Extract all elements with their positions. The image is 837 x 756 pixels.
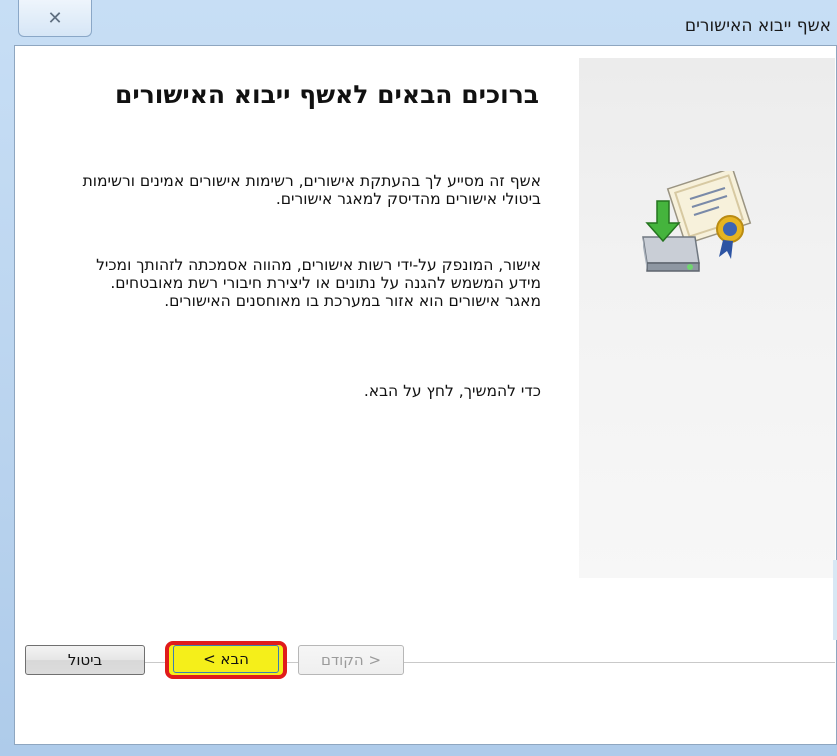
- description-paragraph-1: אשף זה מסייע לך בהעתקת אישורים, רשימות א…: [82, 172, 541, 208]
- wizard-side-panel: [579, 58, 835, 578]
- wizard-window: ✕ אשף ייבוא האישורים ברוכים הבאים לאשף י…: [0, 0, 837, 756]
- cancel-button[interactable]: ביטול: [25, 645, 145, 675]
- title-bar: ✕ אשף ייבוא האישורים: [0, 0, 837, 46]
- certificate-import-icon: [642, 171, 752, 272]
- button-divider: [27, 662, 835, 663]
- description-paragraph-2: אישור, המונפק על-ידי רשות אישורים, מהווה…: [96, 256, 541, 310]
- next-button[interactable]: הבא >: [173, 645, 279, 673]
- back-button: < הקודם: [298, 645, 404, 675]
- close-button[interactable]: ✕: [18, 0, 92, 37]
- window-edge: [833, 560, 837, 640]
- page-heading: ברוכים הבאים לאשף ייבוא האישורים: [114, 80, 539, 109]
- close-icon: ✕: [47, 7, 63, 29]
- wizard-client-area: ברוכים הבאים לאשף ייבוא האישורים אשף זה …: [14, 45, 837, 745]
- window-title: אשף ייבוא האישורים: [684, 16, 831, 36]
- continue-instruction: כדי להמשיך, לחץ על הבא.: [363, 382, 541, 400]
